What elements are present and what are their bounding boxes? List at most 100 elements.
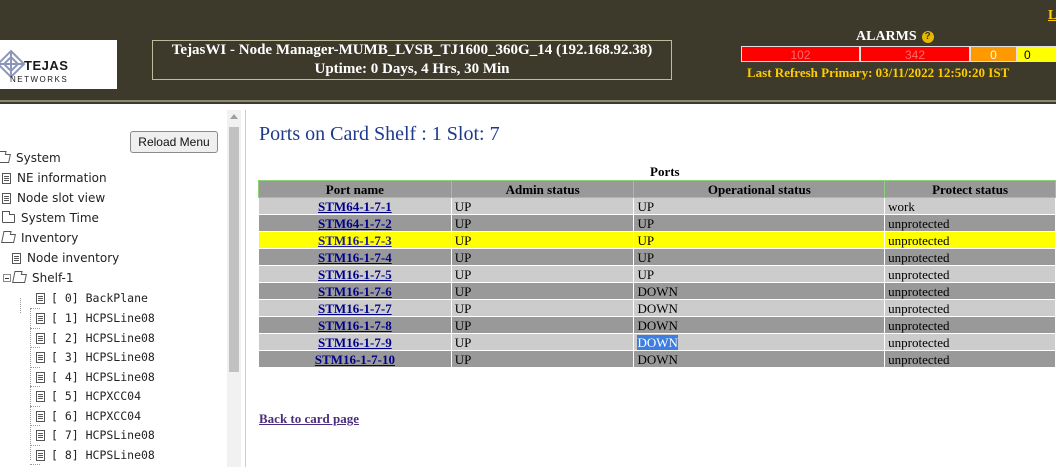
last-refresh-text: Last Refresh Primary: 03/11/2022 12:50:2… (747, 65, 1010, 80)
port-link[interactable]: STM64-1-7-1 (318, 199, 392, 214)
tree-item-label: NE information (17, 171, 107, 185)
node-title-box: TejasWI - Node Manager-MUMB_LVSB_TJ1600_… (152, 40, 672, 80)
table-row-highlighted: STM16-1-7-3 UP UP unprotected (258, 231, 1056, 249)
tree-item-slot-5[interactable]: [ 5] HCPXCC04 (36, 387, 141, 405)
operational-status-cell: DOWN (633, 350, 886, 368)
port-name-cell: STM16-1-7-4 (258, 248, 452, 266)
port-link[interactable]: STM16-1-7-7 (318, 301, 392, 316)
tree-item-label: [ 6] HCPXCC04 (51, 409, 142, 423)
back-to-card-link[interactable]: Back to card page (259, 411, 359, 427)
table-row: STM16-1-7-6 UP DOWN unprotected (258, 282, 1056, 300)
table-row: STM16-1-7-10 UP DOWN unprotected (258, 350, 1056, 368)
alarms-heading: ALARMS? (856, 29, 934, 45)
table-row: STM16-1-7-4 UP UP unprotected (258, 248, 1056, 266)
document-icon (36, 292, 45, 304)
folder-open-icon (1, 233, 16, 243)
table-row: STM16-1-7-5 UP UP unprotected (258, 265, 1056, 283)
tree-item-system-time[interactable]: System Time (2, 209, 99, 227)
document-icon (36, 449, 45, 461)
protect-status-cell: unprotected (884, 299, 1056, 317)
reload-menu-button[interactable]: Reload Menu (130, 131, 218, 153)
table-row: STM64-1-7-2 UP UP unprotected (258, 214, 1056, 232)
tree-item-node-slot-view[interactable]: Node slot view (2, 189, 105, 207)
protect-status-cell: unprotected (884, 282, 1056, 300)
tree-item-label: [ 2] HCPSLine08 (51, 331, 155, 345)
port-link[interactable]: STM16-1-7-4 (318, 250, 392, 265)
operational-status-cell: UP (633, 197, 886, 215)
operational-status-cell: UP (633, 265, 886, 283)
admin-status-cell: UP (450, 299, 635, 317)
alarm-warning-count[interactable]: 0 (1017, 46, 1056, 62)
table-row: STM16-1-7-9 UP DOWN unprotected (258, 333, 1056, 351)
tree-item-ne-information[interactable]: NE information (2, 169, 107, 187)
tree-item-label: Shelf-1 (32, 271, 74, 285)
column-header-admin-status: Admin status (450, 180, 635, 198)
tree-connector (30, 308, 31, 460)
port-link[interactable]: STM16-1-7-10 (315, 352, 395, 367)
tree-item-slot-7[interactable]: [ 7] HCPSLine08 (36, 426, 155, 444)
tree-item-inventory[interactable]: Inventory (1, 229, 79, 247)
operational-status-cell: DOWN (633, 316, 886, 334)
admin-status-cell: UP (450, 214, 635, 232)
tree-item-label: [ 3] HCPSLine08 (51, 350, 155, 364)
document-icon (12, 252, 21, 264)
port-name-cell: STM16-1-7-6 (258, 282, 452, 300)
alarms-title: ALARMS (856, 29, 917, 44)
admin-status-cell: UP (450, 350, 635, 368)
tree-item-slot-8[interactable]: [ 8] HCPSLine08 (36, 446, 155, 464)
tree-item-label: Node slot view (17, 191, 106, 205)
tree-item-shelf-1[interactable]: Shelf-1 (3, 269, 73, 287)
tree-item-label: [ 4] HCPSLine08 (51, 370, 155, 384)
port-name-cell: STM16-1-7-8 (258, 316, 452, 334)
alarm-critical-count[interactable]: 102 (741, 46, 860, 62)
sidebar-scrollbar[interactable] (227, 110, 241, 467)
port-link[interactable]: STM16-1-7-8 (318, 318, 392, 333)
document-icon (36, 312, 45, 324)
tree-item-slot-6[interactable]: [ 6] HCPXCC04 (36, 407, 141, 425)
operational-status-cell: UP (633, 214, 886, 232)
folder-open-icon (12, 273, 27, 283)
admin-status-cell: UP (450, 197, 635, 215)
admin-status-cell: UP (450, 282, 635, 300)
document-icon (36, 429, 45, 441)
port-link[interactable]: STM16-1-7-6 (318, 284, 392, 299)
tree-item-label: Inventory (21, 231, 79, 245)
admin-status-cell: UP (450, 231, 635, 249)
operational-status-cell: UP (633, 231, 886, 249)
alarm-minor-count[interactable]: 0 (970, 46, 1017, 62)
document-icon (2, 172, 11, 184)
port-name-cell: STM16-1-7-7 (258, 299, 452, 317)
port-link[interactable]: STM16-1-7-9 (318, 335, 392, 350)
collapse-icon[interactable] (3, 274, 11, 282)
port-link[interactable]: STM64-1-7-2 (318, 216, 392, 231)
tree-item-slot-0[interactable]: [ 0] BackPlane (36, 289, 148, 307)
table-row: STM64-1-7-1 UP UP work (258, 197, 1056, 215)
tree-item-label: System Time (21, 211, 99, 225)
operational-status-cell: UP (633, 248, 886, 266)
scroll-up-arrow-icon[interactable] (230, 114, 238, 119)
tree-item-label: [ 1] HCPSLine08 (51, 311, 155, 325)
tree-item-slot-3[interactable]: [ 3] HCPSLine08 (36, 348, 155, 366)
alarm-counters: 102 342 0 0 (741, 46, 1056, 62)
port-link[interactable]: STM16-1-7-5 (318, 267, 392, 282)
port-name-cell: STM16-1-7-3 (258, 231, 452, 249)
alarm-major-count[interactable]: 342 (860, 46, 970, 62)
document-icon (36, 371, 45, 383)
document-icon (2, 192, 11, 204)
scroll-thumb[interactable] (229, 127, 239, 372)
tree-item-system[interactable]: System (0, 149, 61, 167)
protect-status-cell: unprotected (884, 316, 1056, 334)
port-link[interactable]: STM16-1-7-3 (318, 233, 392, 248)
column-header-protect-status: Protect status (884, 180, 1056, 198)
tree-item-node-inventory[interactable]: Node inventory (12, 249, 119, 267)
tree-item-label: [ 5] HCPXCC04 (51, 389, 142, 403)
logout-link[interactable]: L (1048, 8, 1056, 24)
port-name-cell: STM16-1-7-9 (258, 333, 452, 351)
tree-item-slot-2[interactable]: [ 2] HCPSLine08 (36, 329, 155, 347)
protect-status-cell: work (884, 197, 1056, 215)
help-icon[interactable]: ? (921, 31, 934, 43)
protect-status-cell: unprotected (884, 214, 1056, 232)
operational-status-cell: DOWN (633, 333, 886, 351)
tree-item-slot-1[interactable]: [ 1] HCPSLine08 (36, 309, 155, 327)
tree-item-slot-4[interactable]: [ 4] HCPSLine08 (36, 368, 155, 386)
